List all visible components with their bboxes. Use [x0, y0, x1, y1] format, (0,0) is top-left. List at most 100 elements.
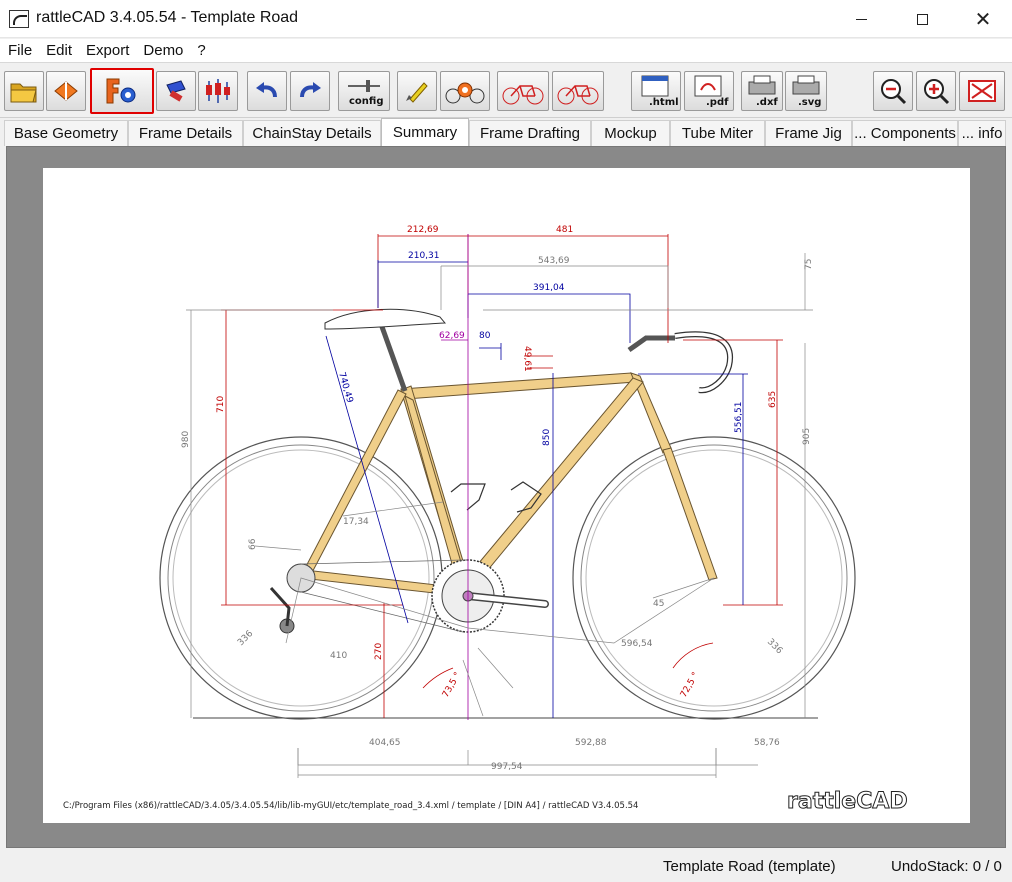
saddle [324, 308, 447, 330]
dim-391: 391,04 [533, 283, 565, 293]
dim-740: 740,49 [336, 371, 354, 404]
magenta-dimensions [441, 234, 469, 720]
dim-735: 73,5 ° [441, 671, 463, 700]
paint-brush-icon [406, 82, 428, 103]
dimension-labels: 212,69 481 710 635 270 49,61 73,5 ° 72,5… [216, 225, 778, 700]
paint-button[interactable] [397, 71, 437, 111]
minimize-button[interactable] [838, 0, 884, 38]
dim-556: 556,51 [734, 402, 744, 434]
dim-710: 710 [216, 396, 226, 413]
dim-336-left: 336 [236, 629, 255, 648]
minimize-icon [855, 18, 867, 20]
dim-66: 66 [248, 538, 258, 550]
crankset [431, 559, 549, 633]
drawing-sheet: 212,69 481 710 635 270 49,61 73,5 ° 72,5… [43, 168, 970, 823]
zoom-out-icon [881, 79, 907, 105]
dim-336-right: 336 [765, 637, 784, 656]
export-dxf-button[interactable]: .dxf [741, 71, 783, 111]
menu-export[interactable]: Export [79, 42, 136, 59]
tube-icon [166, 80, 186, 102]
tab-mockup[interactable]: Mockup [591, 120, 670, 146]
dim-725: 72,5 ° [679, 671, 701, 700]
config-button[interactable]: config [338, 71, 390, 111]
tab-info[interactable]: ... info [958, 120, 1006, 146]
status-bar: Template Road (template) UndoStack: 0 / … [0, 852, 1012, 882]
tab-frame-drafting[interactable]: Frame Drafting [469, 120, 591, 146]
dim-997: 997,54 [491, 762, 523, 772]
menu-demo[interactable]: Demo [136, 42, 190, 59]
dim-543: 543,69 [538, 256, 570, 266]
bike-gear-icon [445, 82, 485, 104]
folder-icon [10, 83, 37, 103]
dim-80: 80 [479, 331, 491, 341]
undo-button[interactable] [247, 71, 287, 111]
red-dimensions [221, 234, 783, 718]
menu-edit[interactable]: Edit [39, 42, 79, 59]
menu-bar: File Edit Export Demo ? [0, 39, 1012, 63]
zoom-out-button[interactable] [873, 71, 913, 111]
export-svg-button[interactable]: .svg [785, 71, 827, 111]
bike-compare-button[interactable] [552, 71, 604, 111]
menu-file[interactable]: File [0, 42, 39, 59]
bike-red-icon [502, 85, 544, 105]
redo-icon [300, 82, 321, 98]
dim-75: 75 [804, 259, 814, 270]
redo-button[interactable] [290, 71, 330, 111]
app-icon [9, 10, 29, 28]
tab-frame-jig[interactable]: Frame Jig [765, 120, 852, 146]
zoom-in-button[interactable] [916, 71, 956, 111]
dim-635: 635 [768, 391, 778, 408]
window-title: rattleCAD 3.4.05.54 - Template Road [36, 9, 299, 26]
export-pdf-button[interactable]: .pdf [684, 71, 734, 111]
tab-base-geometry[interactable]: Base Geometry [4, 120, 128, 146]
maximize-button[interactable] [899, 0, 945, 38]
dim-596: 596,54 [621, 639, 653, 649]
maximize-icon [916, 13, 928, 25]
dim-5876: 58,76 [754, 738, 780, 748]
tab-chainstay-details[interactable]: ChainStay Details [243, 120, 381, 146]
rear-derailleur [269, 563, 316, 634]
tab-tube-miter[interactable]: Tube Miter [670, 120, 765, 146]
config-label: config [349, 96, 384, 107]
tube-button[interactable] [156, 71, 196, 111]
project-status: Template Road (template) [663, 858, 836, 875]
fit-expand-icon [968, 80, 996, 102]
tab-bar: Base Geometry Frame Details ChainStay De… [0, 118, 1012, 146]
footer-path: C:/Program Files (x86)/rattleCAD/3.4.05/… [63, 801, 638, 811]
dim-270: 270 [374, 643, 384, 660]
bike-summary-drawing: 212,69 481 710 635 270 49,61 73,5 ° 72,5… [63, 225, 908, 815]
dim-410: 410 [330, 651, 347, 661]
dim-850: 850 [542, 429, 552, 446]
title-bar: rattleCAD 3.4.05.54 - Template Road ✕ [0, 0, 1012, 38]
dxf-label: .dxf [756, 97, 778, 108]
tab-summary[interactable]: Summary [381, 118, 469, 146]
candlestick-icon [206, 79, 230, 103]
drawing-canvas[interactable]: 212,69 481 710 635 270 49,61 73,5 ° 72,5… [6, 146, 1006, 848]
bike-frame-button[interactable] [497, 71, 549, 111]
dim-481: 481 [556, 225, 573, 235]
close-button[interactable]: ✕ [960, 0, 1006, 38]
dim-62: 62,69 [439, 331, 465, 341]
export-html-button[interactable]: .html [631, 71, 681, 111]
undo-stack-status: UndoStack: 0 / 0 [891, 858, 1002, 875]
zoom-in-icon [924, 79, 950, 105]
tab-components[interactable]: ... Components [852, 120, 958, 146]
tab-frame-details[interactable]: Frame Details [128, 120, 243, 146]
seatpost [378, 323, 408, 392]
save-file-button[interactable] [46, 71, 86, 111]
settings-button[interactable] [90, 68, 154, 114]
toolbar: config .html .pdf .dxf .svg [0, 64, 1012, 118]
dim-404: 404,65 [369, 738, 401, 748]
menu-help[interactable]: ? [190, 42, 212, 59]
dim-905: 905 [802, 428, 812, 445]
dim-980: 980 [181, 431, 191, 448]
fit-view-button[interactable] [959, 71, 1005, 111]
open-file-button[interactable] [4, 71, 44, 111]
chart-button[interactable] [198, 71, 238, 111]
gray-dimensions [186, 253, 813, 778]
pdf-label: .pdf [706, 97, 729, 108]
save-icon [54, 81, 78, 101]
bike-render-button[interactable] [440, 71, 490, 111]
dim-212: 212,69 [407, 225, 439, 235]
dim-1734: 17,34 [343, 517, 369, 527]
